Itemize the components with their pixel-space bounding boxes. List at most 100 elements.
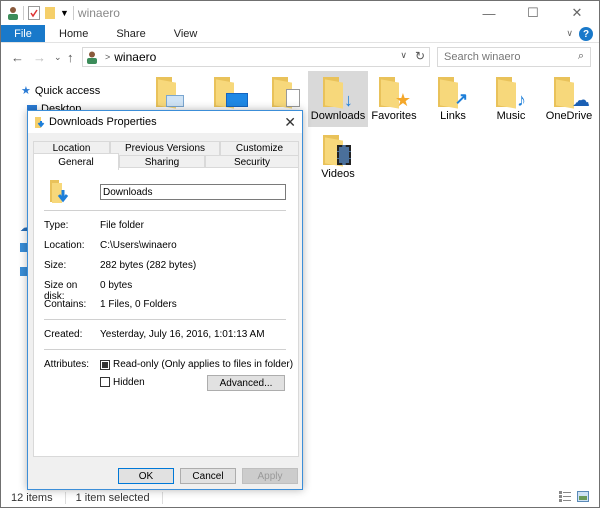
nav-item-label: Quick access (34, 84, 101, 97)
customize-toolbar-dropdown-icon[interactable]: ▼ (60, 8, 69, 18)
search-input[interactable]: Search winaero ⌕ (437, 47, 591, 67)
videos-folder-icon (321, 135, 355, 167)
downloads-folder-icon (50, 180, 69, 203)
recent-locations-button[interactable]: ⌄ (54, 52, 62, 63)
nav-item-quick-access[interactable]: ★ Quick access (21, 84, 101, 98)
property-label: Created: (44, 329, 83, 340)
ok-button[interactable]: OK (118, 468, 174, 484)
property-label: Type: (44, 220, 69, 231)
expand-ribbon-icon[interactable]: ∨ (566, 28, 573, 39)
tab-customize[interactable]: Customize (220, 141, 299, 155)
downloads-folder-icon: ↓ (321, 77, 355, 109)
property-label: Location: (44, 240, 85, 251)
tab-file[interactable]: File (1, 25, 45, 42)
forward-button[interactable]: → (33, 50, 46, 65)
properties-icon[interactable] (28, 6, 40, 20)
downloads-folder-icon (35, 116, 45, 128)
folder-links[interactable]: ↗ Links (423, 71, 483, 127)
separator (23, 6, 24, 20)
up-arrow-icon: ↑ (67, 50, 74, 65)
attributes-label: Attributes: (44, 359, 90, 370)
music-folder-icon: ♪ (494, 77, 528, 109)
properties-dialog: Downloads Properties ✕ Location Previous… (27, 110, 303, 490)
tab-home[interactable]: Home (45, 25, 102, 42)
help-button[interactable]: ? (579, 27, 593, 41)
item-count: 12 items (11, 492, 53, 504)
apply-button[interactable]: Apply (242, 468, 298, 484)
address-dropdown-icon[interactable]: ∨ (400, 50, 407, 61)
checkbox-unchecked-icon (100, 377, 110, 387)
star-icon: ★ (21, 85, 31, 97)
chevron-down-icon: ⌄ (54, 52, 62, 62)
folder-label: Links (440, 110, 466, 122)
folder-favorites[interactable]: ★ Favorites (364, 71, 424, 127)
breadcrumb-winaero[interactable]: winaero (114, 50, 156, 64)
address-bar[interactable]: > winaero ∨ ↻ (82, 47, 430, 67)
refresh-icon[interactable]: ↻ (415, 49, 425, 63)
folder-name-input[interactable]: Downloads (100, 184, 286, 200)
folder-music[interactable]: ♪ Music (481, 71, 541, 127)
dialog-close-button[interactable]: ✕ (284, 114, 296, 131)
back-button[interactable]: ← (11, 50, 24, 65)
folder-downloads[interactable]: ↓ Downloads (308, 71, 368, 127)
desktop-folder-icon (212, 77, 248, 109)
documents-folder-icon (270, 77, 304, 109)
forward-arrow-icon: → (33, 50, 46, 65)
property-value: 282 bytes (282 bytes) (100, 260, 197, 271)
property-created: Created: Yesterday, July 16, 2016, 1:01:… (44, 329, 265, 340)
attributes-row: Attributes: Read-only (Only applies to f… (44, 359, 293, 370)
property-size: Size: 282 bytes (282 bytes) (44, 260, 196, 271)
contacts-folder-icon (154, 77, 188, 109)
selection-count: 1 item selected (75, 492, 150, 504)
tab-view[interactable]: View (160, 25, 212, 42)
dialog-title-bar: Downloads Properties ✕ (28, 111, 302, 133)
maximize-button[interactable]: ☐ (511, 1, 555, 25)
favorites-folder-icon: ★ (377, 77, 411, 109)
property-value: Yesterday, July 16, 2016, 1:01:13 AM (100, 329, 265, 340)
close-icon: ✕ (284, 114, 296, 130)
tab-general[interactable]: General (33, 153, 119, 170)
status-bar: 12 items 1 item selected (1, 489, 599, 507)
title-bar: ▼ winaero — ☐ ✕ (1, 1, 599, 25)
general-tab-panel: Downloads Type: File folder Location: C:… (33, 167, 299, 457)
folder-label: Music (496, 110, 526, 122)
divider (44, 210, 286, 211)
hidden-checkbox[interactable]: Hidden (100, 377, 145, 388)
minimize-icon: — (482, 5, 496, 21)
separator (161, 492, 163, 504)
readonly-label: Read-only (Only applies to files in fold… (113, 359, 294, 370)
folder-label: Videos (321, 168, 355, 180)
folder-label: Favorites (371, 110, 417, 122)
property-label: Size: (44, 260, 67, 271)
divider (44, 349, 286, 350)
dialog-title: Downloads Properties (49, 116, 157, 128)
folder-videos[interactable]: Videos (308, 129, 368, 185)
links-folder-icon: ↗ (436, 77, 470, 109)
minimize-button[interactable]: — (467, 1, 511, 25)
tab-share[interactable]: Share (102, 25, 159, 42)
up-button[interactable]: ↑ (67, 50, 74, 65)
ribbon-tabs: File Home Share View (1, 25, 599, 43)
folder-onedrive[interactable]: ☁ OneDrive (539, 71, 599, 127)
folder-label: Downloads (310, 110, 366, 122)
close-button[interactable]: ✕ (555, 1, 599, 25)
navigation-bar: ← → ⌄ ↑ > winaero ∨ ↻ Search winaero ⌕ (1, 43, 599, 71)
readonly-checkbox[interactable]: Read-only (Only applies to files in fold… (100, 359, 293, 370)
window-title: winaero (77, 6, 120, 20)
details-view-icon[interactable] (559, 491, 571, 502)
maximize-icon: ☐ (527, 5, 539, 20)
breadcrumb-separator: > (105, 52, 111, 62)
close-icon: ✕ (571, 5, 583, 20)
tab-previous-versions[interactable]: Previous Versions (110, 141, 220, 155)
new-folder-icon[interactable] (44, 6, 56, 20)
divider (44, 319, 286, 320)
property-value: C:\Users\winaero (100, 240, 177, 251)
advanced-button[interactable]: Advanced... (207, 375, 285, 391)
large-icons-view-icon[interactable] (577, 491, 589, 502)
back-arrow-icon: ← (11, 50, 24, 65)
folder-label: OneDrive (545, 110, 593, 122)
separator (72, 6, 74, 20)
quick-access-toolbar: ▼ (1, 6, 74, 20)
property-type: Type: File folder (44, 220, 144, 231)
cancel-button[interactable]: Cancel (180, 468, 236, 484)
